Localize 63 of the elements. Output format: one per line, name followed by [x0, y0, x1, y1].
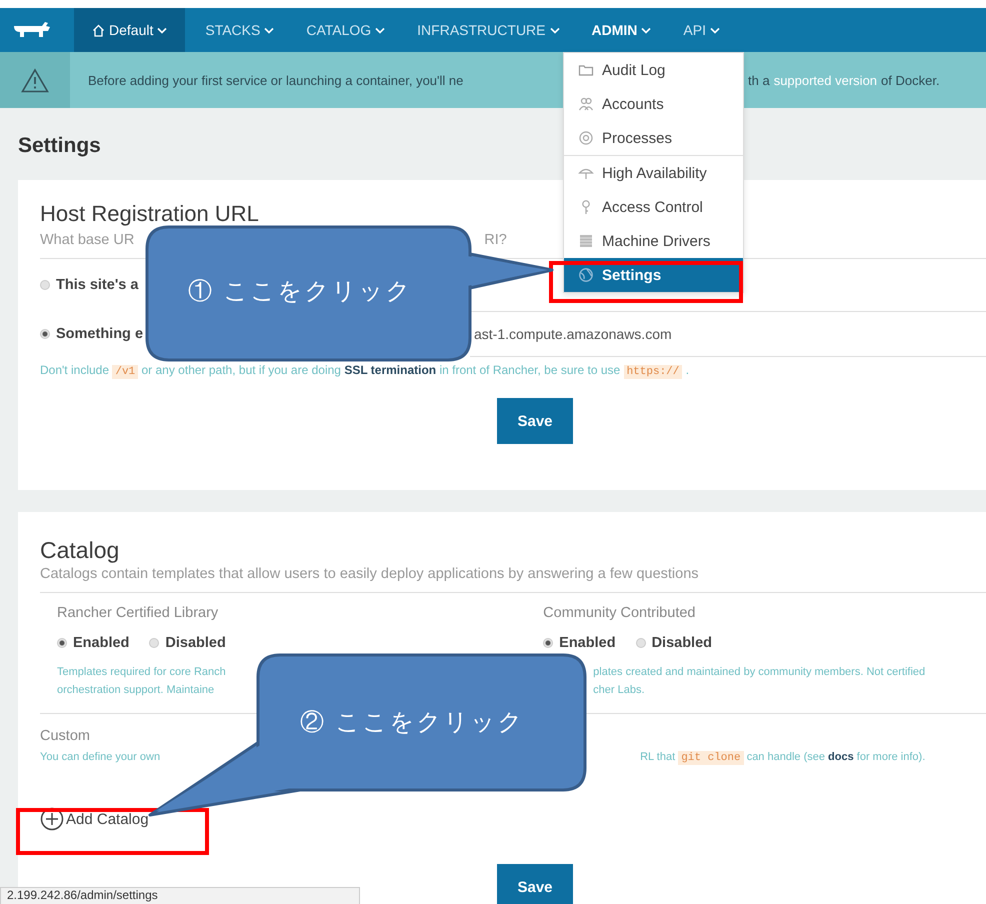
chevron-down-icon: [264, 26, 274, 34]
chevron-down-icon: [157, 26, 168, 34]
dropdown-menu-item[interactable]: Machine Drivers: [564, 224, 743, 258]
option-label: Enabled: [73, 635, 130, 651]
status-url: 2.199.242.86/admin/settings: [0, 887, 360, 904]
list-icon: [578, 233, 594, 249]
nav-menu-item[interactable]: INFRASTRUCTURE: [401, 8, 576, 52]
option-label: Something e: [56, 326, 144, 342]
dropdown-menu-item[interactable]: Audit Log: [564, 53, 743, 87]
section-title: Catalog: [40, 536, 120, 564]
option-label: This site's a: [56, 277, 138, 293]
save-button[interactable]: Save: [497, 398, 573, 444]
save-button[interactable]: Save: [497, 864, 573, 904]
help-text: You can define your own: [40, 750, 160, 765]
dropdown-menu-item[interactable]: High Availability: [564, 155, 743, 190]
nav-menu-item[interactable]: ADMIN: [576, 8, 668, 52]
section-title: Host Registration URL: [40, 202, 259, 226]
banner-text: Before adding your first service or launching a container, you'll ne: [88, 72, 464, 88]
section-subtitle: What base UR: [40, 232, 134, 248]
users-icon: [578, 96, 594, 112]
help-text: plates created and maintained by community members. Not certified: [592, 665, 926, 680]
help-text: cher Labs.: [592, 683, 646, 698]
chevron-down-icon: [375, 26, 386, 34]
section-subtitle: RI?: [484, 232, 507, 248]
help-text: RL that git clone can handle (see docs for more info).: [640, 750, 926, 767]
cow-logo-icon[interactable]: [12, 20, 52, 40]
globe-icon: [578, 267, 594, 283]
add-catalog-button[interactable]: Add Catalog: [40, 807, 149, 831]
dropdown-menu-item[interactable]: Access Control: [564, 190, 743, 224]
radio-button[interactable]: [636, 638, 646, 648]
radio-button[interactable]: [40, 329, 50, 339]
option-label: Enabled: [559, 635, 616, 651]
radio-button[interactable]: [149, 638, 160, 648]
nav-menu-item[interactable]: STACKS: [189, 8, 290, 52]
nav-menu-item[interactable]: CATALOG: [290, 8, 402, 52]
option-label: Disabled: [652, 635, 712, 651]
page-title: Settings: [17, 133, 101, 159]
chevron-down-icon: [550, 26, 560, 34]
library-label: Rancher Certified Library: [57, 605, 220, 621]
nav-menu-item[interactable]: API: [667, 8, 736, 52]
option-label: Disabled: [165, 635, 226, 651]
dropdown-menu-item[interactable]: Accounts: [564, 87, 743, 121]
custom-label: Custom: [40, 728, 91, 744]
radio-button[interactable]: [57, 638, 67, 648]
section-subtitle: Catalogs contain templates that allow users to easily deploy applications by answering a few questions: [40, 566, 700, 582]
chevron-down-icon: [710, 26, 720, 34]
help-text: orchestration support. Maintaine: [57, 683, 216, 698]
warning-icon: [21, 68, 49, 92]
banner-text: of Docker.: [881, 72, 940, 88]
callout-text: ① ここをクリック: [188, 276, 413, 307]
gear-icon: [578, 130, 594, 146]
radio-button[interactable]: [40, 280, 50, 290]
library-label: Community Contributed: [543, 605, 696, 621]
nav-menu-item[interactable]: Default: [74, 8, 186, 52]
dropdown-menu-item[interactable]: Processes: [564, 121, 743, 155]
home-icon: [92, 24, 105, 36]
url-input-field[interactable]: ast-1.compute.amazonaws.com: [470, 311, 986, 357]
chevron-down-icon: [641, 26, 652, 34]
callout-text: ② ここをクリック: [300, 707, 525, 738]
banner-text: th a: [748, 72, 770, 88]
radio-button[interactable]: [543, 638, 554, 648]
help-text: Don't include /v1 or any other path, but if you are doing SSL termination in front of Rancher, be sure to use https:// .: [40, 363, 690, 378]
help-text: Templates required for core Ranch: [57, 665, 227, 680]
